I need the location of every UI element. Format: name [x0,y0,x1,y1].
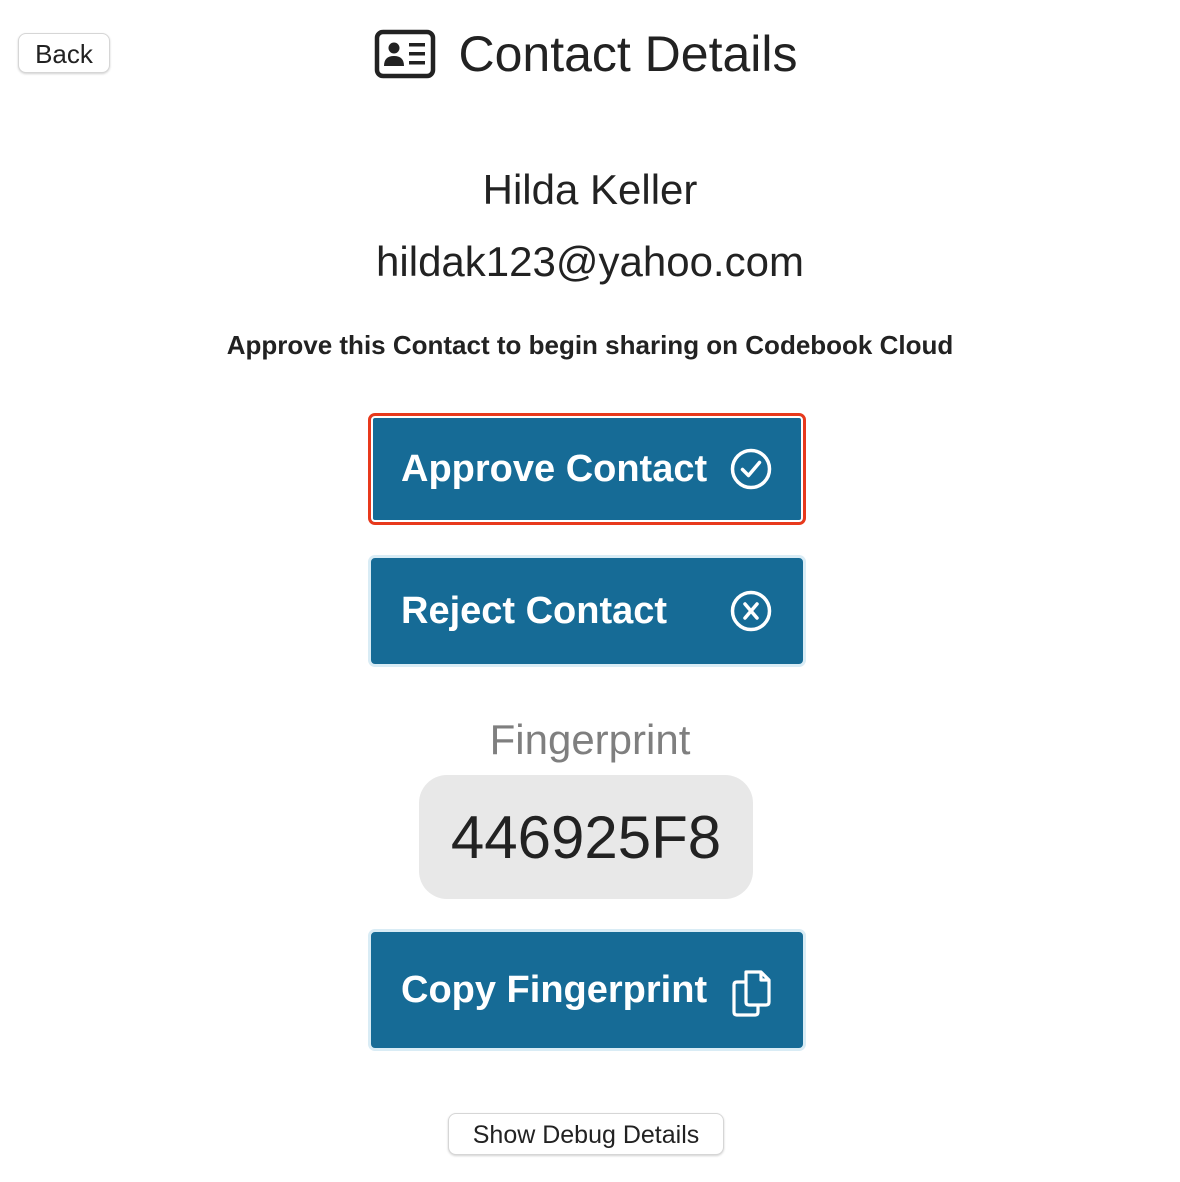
check-circle-icon [729,447,773,491]
contact-card-icon [374,29,436,79]
fingerprint-value: 446925F8 [450,803,722,871]
reject-contact-button[interactable]: Reject Contact [368,555,806,667]
contact-name: Hilda Keller [482,166,698,213]
contact-details-page: Back Contact Details Hilda Keller hildak… [0,0,1180,1182]
reject-contact-label: Reject Contact [401,589,668,632]
approval-instruction: Approve this Contact to begin sharing on… [226,330,954,360]
fingerprint-label: Fingerprint [489,716,691,763]
show-debug-details-button[interactable]: Show Debug Details [448,1113,724,1155]
contact-email: hildak123@yahoo.com [376,238,804,285]
copy-documents-icon [729,968,773,1017]
x-circle-icon [729,589,773,633]
approve-contact-label: Approve Contact [401,447,708,490]
page-title: Contact Details [458,26,798,82]
page-header: Contact Details [0,22,1180,86]
approve-contact-button[interactable]: Approve Contact [368,413,806,525]
fingerprint-box: 446925F8 [419,775,753,899]
copy-fingerprint-label: Copy Fingerprint [401,968,708,1011]
copy-fingerprint-button[interactable]: Copy Fingerprint [368,929,806,1051]
